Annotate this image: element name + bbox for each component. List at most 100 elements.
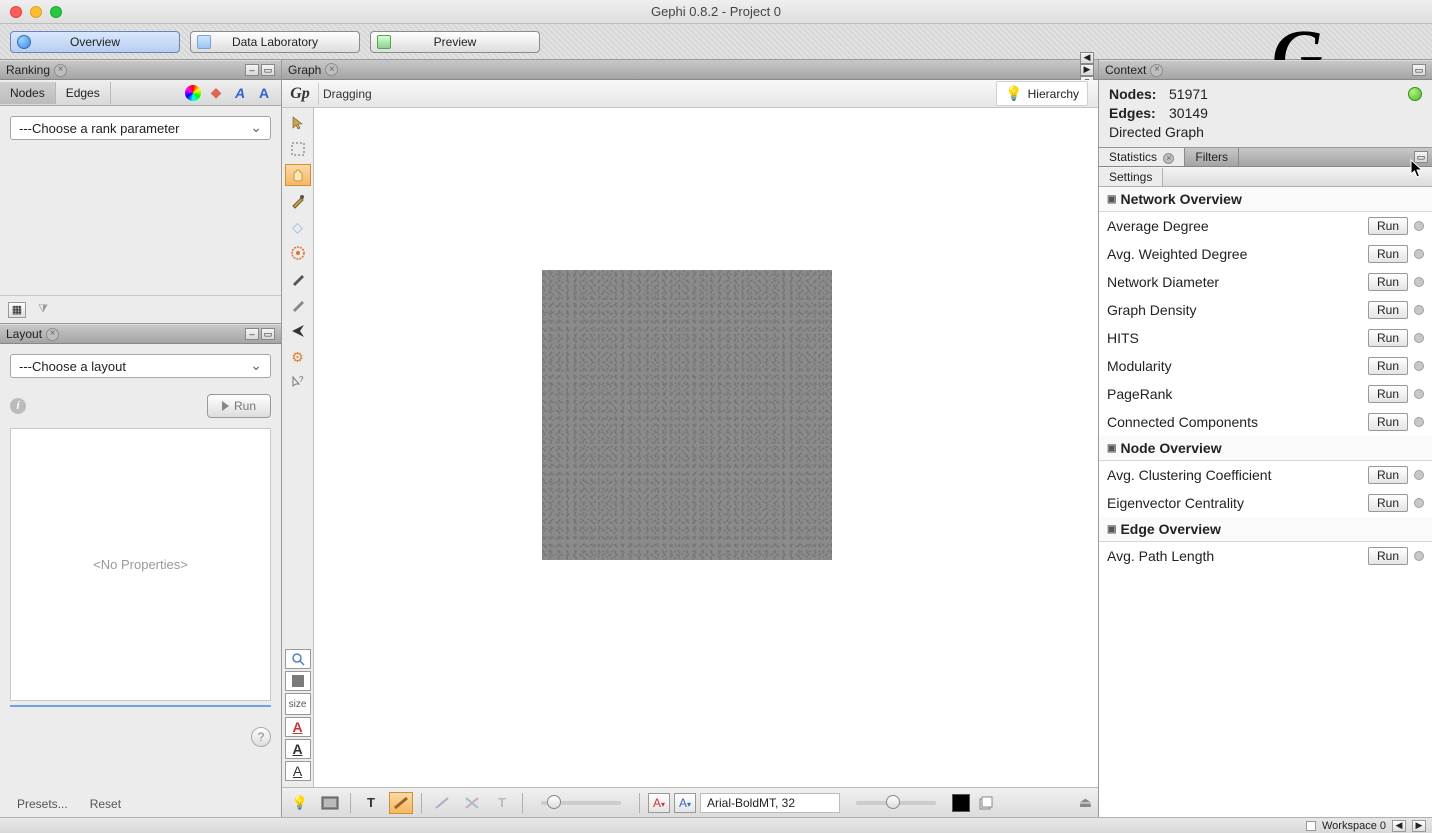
- reset-button[interactable]: Reset: [83, 794, 128, 814]
- eraser-tool-icon[interactable]: [285, 294, 311, 316]
- workspace-next-button[interactable]: ▶: [1412, 820, 1426, 832]
- run-button[interactable]: Run: [1368, 494, 1408, 512]
- nav-next-button[interactable]: ▶: [1080, 64, 1094, 76]
- reset-label-size-icon[interactable]: A: [285, 761, 311, 781]
- label-size-slider[interactable]: [856, 801, 936, 805]
- run-button[interactable]: Run: [1368, 273, 1408, 291]
- graph-tab[interactable]: Graph: [288, 63, 321, 77]
- section-network-overview[interactable]: ▣Network Overview: [1099, 187, 1432, 212]
- status-dot-icon[interactable]: [1414, 277, 1424, 287]
- label-color-icon[interactable]: A: [231, 84, 249, 102]
- color-wheel-icon[interactable]: [185, 85, 201, 101]
- edge-color-mixed-icon[interactable]: [460, 792, 484, 814]
- reset-colors-icon[interactable]: [285, 671, 311, 691]
- presets-button[interactable]: Presets...: [10, 794, 75, 814]
- pencil-tool-icon[interactable]: [285, 268, 311, 290]
- tab-preview[interactable]: Preview: [370, 31, 540, 53]
- status-dot-icon[interactable]: [1414, 333, 1424, 343]
- run-button[interactable]: Run: [1368, 329, 1408, 347]
- show-edge-labels-icon[interactable]: T: [490, 792, 514, 814]
- info-icon[interactable]: i: [10, 398, 26, 414]
- tab-filters[interactable]: Filters: [1185, 148, 1239, 166]
- ranking-tab-edges[interactable]: Edges: [56, 82, 111, 104]
- layout-run-button[interactable]: Run: [207, 394, 271, 418]
- workspace-prev-button[interactable]: ◀: [1392, 820, 1406, 832]
- nav-prev-button[interactable]: ◀: [1080, 52, 1094, 64]
- status-dot-icon[interactable]: [1414, 470, 1424, 480]
- close-icon[interactable]: ×: [325, 63, 338, 76]
- status-dot-icon[interactable]: [1414, 417, 1424, 427]
- show-edges-icon[interactable]: [389, 792, 413, 814]
- reset-label-visible-icon[interactable]: A: [285, 739, 311, 759]
- lightbulb-toggle-icon[interactable]: 💡: [288, 792, 312, 814]
- close-icon[interactable]: ×: [1163, 153, 1174, 164]
- stat-label: Avg. Path Length: [1107, 548, 1214, 564]
- maximize-panel-button[interactable]: ▭: [261, 328, 275, 340]
- section-edge-overview[interactable]: ▣Edge Overview: [1099, 517, 1432, 542]
- status-dot-icon[interactable]: [1414, 361, 1424, 371]
- pointer-tool-icon[interactable]: [285, 112, 311, 134]
- maximize-panel-button[interactable]: ▭: [1412, 64, 1426, 76]
- attributes-config-icon[interactable]: [976, 793, 996, 813]
- whatsthis-tool-icon[interactable]: ?: [285, 372, 311, 394]
- run-button[interactable]: Run: [1368, 245, 1408, 263]
- table-view-icon[interactable]: ▦: [8, 302, 26, 318]
- drag-tool-icon[interactable]: [285, 164, 311, 186]
- rank-parameter-dropdown[interactable]: ---Choose a rank parameter: [10, 116, 271, 140]
- font-selector[interactable]: Arial-BoldMT, 32: [700, 793, 840, 813]
- workspace-label[interactable]: Workspace 0: [1322, 820, 1386, 832]
- ranking-tab-nodes[interactable]: Nodes: [0, 82, 56, 104]
- rectangle-select-tool-icon[interactable]: [285, 138, 311, 160]
- close-icon[interactable]: ×: [1150, 64, 1163, 77]
- tab-statistics[interactable]: Statistics ×: [1099, 148, 1185, 166]
- gear-tool-icon[interactable]: ⚙: [285, 346, 311, 368]
- maximize-panel-button[interactable]: ▭: [1414, 151, 1428, 163]
- run-button[interactable]: Run: [1368, 301, 1408, 319]
- run-button[interactable]: Run: [1368, 357, 1408, 375]
- painter-tool-icon[interactable]: [285, 242, 311, 264]
- maximize-panel-button[interactable]: ▭: [261, 64, 275, 76]
- edge-weight-slider[interactable]: [541, 801, 621, 805]
- run-button[interactable]: Run: [1368, 217, 1408, 235]
- status-dot-icon[interactable]: [1414, 551, 1424, 561]
- help-icon[interactable]: ?: [251, 727, 271, 747]
- close-icon[interactable]: ×: [54, 64, 67, 77]
- center-graph-icon[interactable]: [285, 649, 311, 669]
- lock-icon[interactable]: ⏏: [1079, 794, 1092, 811]
- section-node-overview[interactable]: ▣Node Overview: [1099, 436, 1432, 461]
- label-color-swatch[interactable]: [952, 794, 970, 812]
- graph-canvas[interactable]: [314, 108, 1098, 787]
- status-dot-icon[interactable]: [1414, 249, 1424, 259]
- run-button[interactable]: Run: [1368, 547, 1408, 565]
- font-size-mode-icon[interactable]: A▾: [648, 793, 670, 813]
- tab-settings[interactable]: Settings: [1099, 168, 1163, 186]
- edge-color-source-icon[interactable]: [430, 792, 454, 814]
- status-dot-icon[interactable]: [1414, 221, 1424, 231]
- status-dot-icon[interactable]: [1414, 498, 1424, 508]
- label-size-icon[interactable]: A: [255, 84, 273, 102]
- show-node-labels-icon[interactable]: T: [359, 792, 383, 814]
- tab-overview[interactable]: Overview: [10, 31, 180, 53]
- airplane-tool-icon[interactable]: [285, 320, 311, 342]
- minimize-panel-button[interactable]: –: [245, 64, 259, 76]
- tab-data-laboratory[interactable]: Data Laboratory: [190, 31, 360, 53]
- ranking-panel-header: Ranking × – ▭: [0, 60, 281, 80]
- brush-tool-icon[interactable]: [285, 190, 311, 212]
- lightbulb-icon: 💡: [1005, 85, 1022, 102]
- layout-dropdown[interactable]: ---Choose a layout: [10, 354, 271, 378]
- run-button[interactable]: Run: [1368, 385, 1408, 403]
- close-icon[interactable]: ×: [46, 328, 59, 341]
- sizer-tool-icon[interactable]: ◇: [285, 216, 311, 238]
- run-button[interactable]: Run: [1368, 413, 1408, 431]
- minimize-panel-button[interactable]: –: [245, 328, 259, 340]
- reset-size-icon[interactable]: size: [285, 693, 311, 715]
- font-color-mode-icon[interactable]: A▾: [674, 793, 696, 813]
- status-dot-icon[interactable]: [1414, 305, 1424, 315]
- filter-icon[interactable]: ⧩: [34, 302, 52, 318]
- hierarchy-button[interactable]: 💡 Hierarchy: [996, 81, 1088, 106]
- reset-label-color-icon[interactable]: A: [285, 717, 311, 737]
- status-dot-icon[interactable]: [1414, 389, 1424, 399]
- diamond-icon[interactable]: ◆: [207, 84, 225, 102]
- run-button[interactable]: Run: [1368, 466, 1408, 484]
- screenshot-icon[interactable]: [318, 792, 342, 814]
